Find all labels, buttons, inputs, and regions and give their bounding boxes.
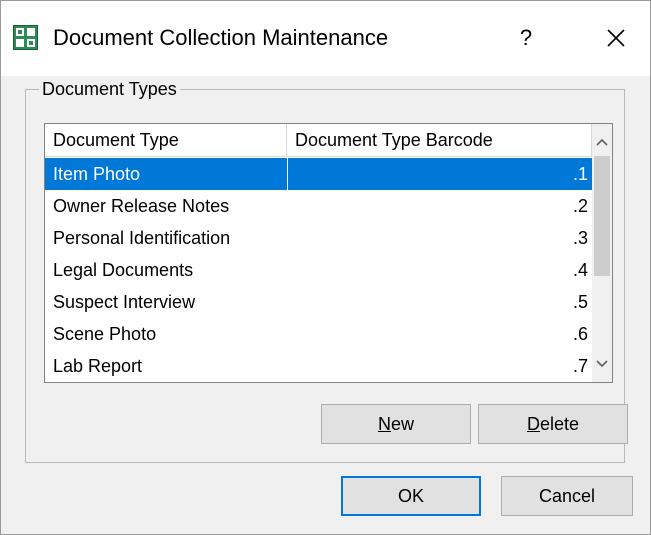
table-row[interactable]: Owner Release Notes .2 <box>45 190 592 222</box>
chevron-up-icon <box>596 138 608 146</box>
column-header-document-type[interactable]: Document Type <box>45 124 287 157</box>
new-mnemonic: N <box>377 414 391 434</box>
cell-document-type: Item Photo <box>53 164 141 184</box>
vertical-scrollbar[interactable] <box>592 124 612 382</box>
cell-document-type: Owner Release Notes <box>53 196 230 216</box>
scroll-thumb[interactable] <box>594 156 610 276</box>
table-row[interactable]: Scene Photo .6 <box>45 318 592 350</box>
cell-document-type: Scene Photo <box>53 324 157 344</box>
close-icon[interactable] <box>599 21 633 55</box>
cell-barcode: .5 <box>287 286 592 318</box>
cell-document-type: Lab Report <box>53 356 143 376</box>
cell-barcode: .4 <box>287 254 592 286</box>
list-rows: Item Photo .1 Owner Release Notes .2 Per… <box>45 158 592 382</box>
document-types-list[interactable]: Document Type Document Type Barcode Item… <box>44 123 613 383</box>
delete-label: elete <box>539 414 580 434</box>
table-row[interactable]: Suspect Interview .5 <box>45 286 592 318</box>
scroll-down-button[interactable] <box>592 352 612 376</box>
group-label: Document Types <box>39 78 180 100</box>
delete-button[interactable]: Delete <box>478 404 628 444</box>
new-button[interactable]: New <box>321 404 471 444</box>
table-row[interactable]: Legal Documents .4 <box>45 254 592 286</box>
column-header-barcode[interactable]: Document Type Barcode <box>287 124 592 157</box>
app-grid-icon <box>13 25 38 50</box>
window-title: Document Collection Maintenance <box>53 25 389 50</box>
cell-barcode: .3 <box>287 222 592 254</box>
table-row[interactable]: Item Photo .1 <box>45 158 592 190</box>
delete-mnemonic: D <box>526 414 540 434</box>
list-header: Document Type Document Type Barcode <box>45 124 592 158</box>
cancel-button[interactable]: Cancel <box>501 476 633 516</box>
dialog-window: Document Collection Maintenance ? Docume… <box>0 0 651 535</box>
table-row[interactable]: Personal Identification .3 <box>45 222 592 254</box>
help-button[interactable]: ? <box>511 21 541 55</box>
chevron-down-icon <box>596 360 608 368</box>
ok-button[interactable]: OK <box>341 476 481 516</box>
cell-document-type: Legal Documents <box>53 260 194 280</box>
cell-document-type: Personal Identification <box>53 228 231 248</box>
cell-barcode: .2 <box>287 190 592 222</box>
title-bar[interactable]: Document Collection Maintenance ? <box>1 1 650 76</box>
table-row[interactable]: Lab Report .7 <box>45 350 592 382</box>
scroll-up-button[interactable] <box>592 130 612 154</box>
new-label: ew <box>390 414 414 434</box>
cell-barcode: .7 <box>287 350 592 382</box>
cell-barcode: .1 <box>287 158 592 190</box>
cell-barcode: .6 <box>287 318 592 350</box>
cell-document-type: Suspect Interview <box>53 292 196 312</box>
